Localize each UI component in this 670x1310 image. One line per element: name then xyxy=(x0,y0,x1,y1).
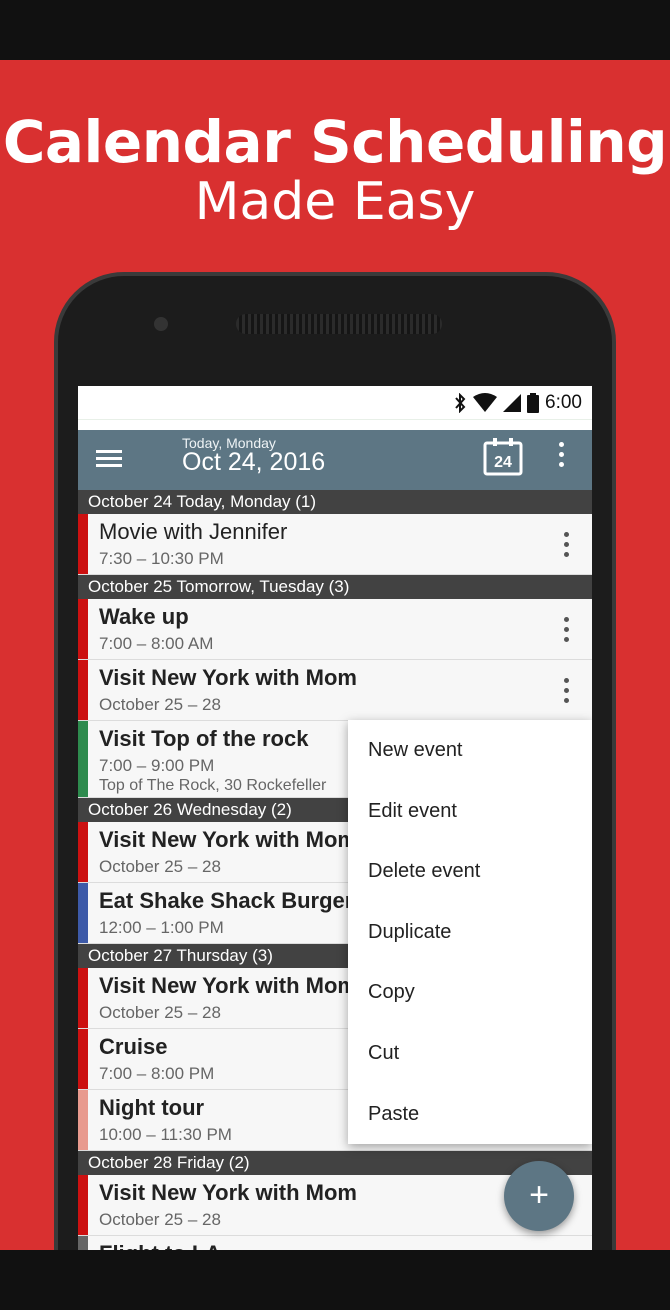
event-time: 7:00 – 9:00 PM xyxy=(99,756,215,775)
event-item[interactable]: Wake up 7:00 – 8:00 AM xyxy=(78,599,592,660)
event-time: October 25 – 28 xyxy=(99,857,221,876)
event-item[interactable]: Visit New York with Mom October 25 – 28 xyxy=(78,660,592,721)
event-time: October 25 – 28 xyxy=(99,695,221,714)
hamburger-menu-icon[interactable] xyxy=(96,446,126,474)
event-title: Visit New York with Mom xyxy=(99,665,357,690)
today-badge-number: 24 xyxy=(494,454,512,471)
event-item[interactable]: Movie with Jennifer 7:30 – 10:30 PM xyxy=(78,514,592,575)
menu-item-copy[interactable]: Copy xyxy=(348,962,592,1023)
date-title[interactable]: Oct 24, 2016 xyxy=(182,448,325,477)
event-time: 7:00 – 8:00 PM xyxy=(99,1064,215,1083)
event-more-icon[interactable] xyxy=(560,617,572,645)
event-color-stripe xyxy=(78,721,88,797)
event-time: October 25 – 28 xyxy=(99,1003,221,1022)
top-black-bar xyxy=(0,0,670,60)
app-bar: Today, Monday Oct 24, 2016 24 xyxy=(78,430,592,490)
section-header: October 24 Today, Monday (1) xyxy=(78,490,592,514)
battery-icon xyxy=(527,392,540,413)
event-time: 12:00 – 1:00 PM xyxy=(99,918,224,937)
event-color-stripe xyxy=(78,1090,88,1150)
event-time: 7:00 – 8:00 AM xyxy=(99,634,214,653)
event-color-stripe xyxy=(78,1175,88,1235)
event-time: 7:30 – 10:30 PM xyxy=(99,549,224,568)
more-vert-icon[interactable] xyxy=(552,442,570,478)
event-color-stripe xyxy=(78,514,88,574)
section-header: October 25 Tomorrow, Tuesday (3) xyxy=(78,575,592,599)
promo-subline: Made Easy xyxy=(194,172,476,232)
event-color-stripe xyxy=(78,968,88,1028)
front-camera xyxy=(154,317,168,331)
event-color-stripe xyxy=(78,1029,88,1089)
event-color-stripe xyxy=(78,660,88,720)
menu-item-delete-event[interactable]: Delete event xyxy=(348,841,592,902)
event-title: Movie with Jennifer xyxy=(99,519,288,544)
today-calendar-icon[interactable]: 24 xyxy=(483,438,523,476)
menu-item-edit-event[interactable]: Edit event xyxy=(348,781,592,842)
event-title: Eat Shake Shack Burger xyxy=(99,888,354,913)
menu-item-duplicate[interactable]: Duplicate xyxy=(348,902,592,963)
bluetooth-icon xyxy=(455,392,466,413)
event-time: 10:00 – 11:30 PM xyxy=(99,1125,232,1144)
event-color-stripe xyxy=(78,822,88,882)
context-menu: New event Edit event Delete event Duplic… xyxy=(348,720,592,1144)
event-location: Top of The Rock, 30 Rockefeller xyxy=(99,777,327,794)
bottom-black-bar xyxy=(0,1250,670,1310)
menu-item-new-event[interactable]: New event xyxy=(348,720,592,781)
event-color-stripe xyxy=(78,1236,88,1250)
event-color-stripe xyxy=(78,883,88,943)
event-color-stripe xyxy=(78,599,88,659)
add-event-button[interactable]: + xyxy=(504,1161,574,1231)
event-title: Visit New York with Mom xyxy=(99,973,357,998)
event-more-icon[interactable] xyxy=(560,532,572,560)
event-title: Visit New York with Mom xyxy=(99,827,357,852)
promo-headline: Calendar Scheduling xyxy=(2,108,668,176)
event-title: Cruise xyxy=(99,1034,168,1059)
menu-item-cut[interactable]: Cut xyxy=(348,1023,592,1084)
phone-screen: 6:00 Today, Monday Oct 24, 2016 24 Octob… xyxy=(78,386,592,1250)
menu-item-paste[interactable]: Paste xyxy=(348,1084,592,1145)
event-title: Night tour xyxy=(99,1095,205,1120)
status-time: 6:00 xyxy=(545,391,582,413)
event-more-icon[interactable] xyxy=(560,678,572,706)
event-item[interactable]: Flight to LA xyxy=(78,1236,592,1250)
status-bar: 6:00 xyxy=(78,386,592,420)
event-title: Visit New York with Mom xyxy=(99,1180,357,1205)
event-title: Flight to LA xyxy=(99,1241,221,1250)
earpiece-speaker xyxy=(236,314,442,334)
wifi-icon xyxy=(473,392,498,412)
add-icon: + xyxy=(529,1176,549,1214)
event-title: Visit Top of the rock xyxy=(99,726,309,751)
event-time: October 25 – 28 xyxy=(99,1210,221,1229)
signal-icon xyxy=(503,393,522,412)
event-title: Wake up xyxy=(99,604,189,629)
